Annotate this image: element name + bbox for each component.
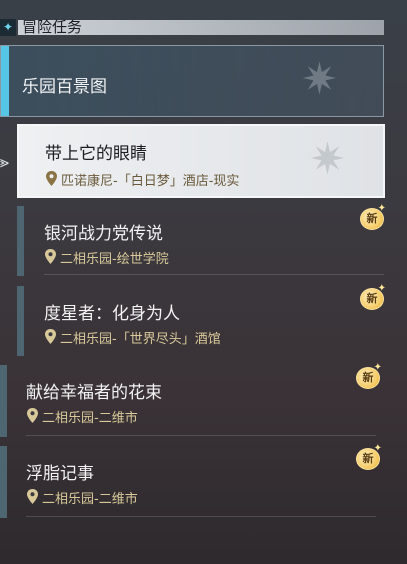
- card-accent-bar: [0, 446, 7, 518]
- selection-arrow-icon: ⪢: [0, 152, 10, 171]
- card-divider: [44, 274, 384, 275]
- quest-title: 浮脂记事: [26, 464, 94, 484]
- quest-card[interactable]: 献给幸福者的花束 二相乐园-二维市 新 ✦: [0, 362, 385, 437]
- quest-title: 度星者：化身为人: [44, 304, 180, 324]
- new-badge: 新 ✦: [354, 443, 382, 472]
- sparkle-icon: ✦: [373, 362, 382, 373]
- new-badge: 新 ✦: [354, 362, 382, 391]
- sparkle-icon: ✦: [377, 203, 386, 214]
- sparkle-icon: ✦: [377, 283, 386, 294]
- card-accent-bar: [0, 365, 7, 437]
- quest-card[interactable]: 带上它的眼睛 匹诺康尼-「白日梦」酒店-现实 ✷: [17, 124, 385, 198]
- quest-title: 银河战力党传说: [44, 224, 163, 244]
- diamond-icon: ✦: [0, 19, 16, 36]
- card-accent-bar: [17, 206, 24, 276]
- quest-location: 二相乐园-二维市: [42, 492, 138, 507]
- quest-card[interactable]: 银河战力党传说 二相乐园-绘世学院 新 ✦: [17, 203, 386, 276]
- location-pin-icon: [46, 171, 57, 186]
- quest-location: 二相乐园-二维市: [42, 411, 138, 426]
- card-divider: [26, 435, 376, 436]
- emblem-icon: ✷: [301, 54, 338, 105]
- new-badge: 新 ✦: [358, 203, 386, 232]
- quest-title: 献给幸福者的花束: [26, 383, 162, 403]
- location-pin-icon: [27, 408, 38, 423]
- location-pin-icon: [45, 249, 56, 264]
- quest-card[interactable]: 浮脂记事 二相乐园-二维市 新 ✦: [0, 443, 385, 518]
- emblem-icon: ✷: [309, 134, 346, 185]
- new-badge: 新 ✦: [358, 283, 386, 312]
- quest-title: 带上它的眼睛: [45, 144, 147, 164]
- section-header: ✦ 冒险任务: [0, 18, 384, 38]
- card-divider: [26, 516, 376, 517]
- location-pin-icon: [45, 329, 56, 344]
- section-title: 冒险任务: [22, 18, 83, 36]
- quest-card[interactable]: 度星者：化身为人 二相乐园-「世界尽头」酒馆 新 ✦: [17, 283, 386, 356]
- quest-group-header[interactable]: 乐园百景图 ✷: [0, 45, 384, 117]
- quest-location: 匹诺康尼-「白日梦」酒店-现实: [61, 174, 240, 189]
- sparkle-icon: ✦: [373, 443, 382, 454]
- card-accent-bar: [17, 286, 24, 356]
- group-accent-bar: [1, 46, 9, 116]
- group-title: 乐园百景图: [22, 77, 107, 97]
- location-pin-icon: [27, 489, 38, 504]
- quest-location: 二相乐园-「世界尽头」酒馆: [60, 332, 221, 347]
- quest-location: 二相乐园-绘世学院: [60, 252, 169, 267]
